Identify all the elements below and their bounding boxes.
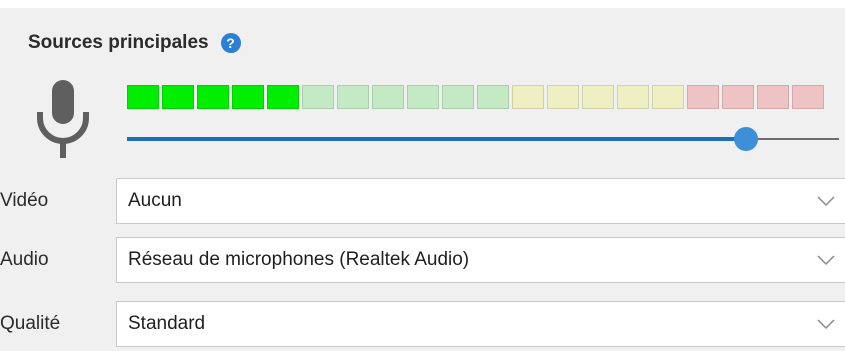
meter-segment [162, 85, 194, 109]
audio-dropdown[interactable]: Réseau de microphones (Realtek Audio) [116, 237, 845, 283]
quality-dropdown[interactable]: Standard [116, 301, 845, 347]
video-label: Vidéo [0, 190, 49, 211]
slider-thumb[interactable] [734, 127, 758, 151]
microphone-icon [37, 80, 89, 158]
audio-label: Audio [0, 249, 49, 270]
main-sources-panel: Sources principales ? Vidéo Aucun Audio … [0, 8, 845, 351]
chevron-down-icon[interactable] [817, 195, 835, 207]
quality-label: Qualité [0, 313, 61, 334]
video-dropdown[interactable]: Aucun [116, 178, 845, 224]
top-strip [0, 0, 845, 8]
meter-segment [792, 85, 824, 109]
meter-segment [687, 85, 719, 109]
section-title: Sources principales [28, 32, 209, 53]
chevron-down-icon[interactable] [817, 254, 835, 266]
video-row: Vidéo Aucun [0, 178, 845, 224]
quality-row: Qualité Standard [0, 301, 845, 347]
meter-segment [617, 85, 649, 109]
meter-segment [302, 85, 334, 109]
meter-segment [722, 85, 754, 109]
meter-segment [512, 85, 544, 109]
audio-dropdown-value: Réseau de microphones (Realtek Audio) [128, 249, 470, 270]
quality-dropdown-value: Standard [128, 313, 206, 334]
help-icon[interactable]: ? [220, 33, 241, 53]
meter-segment [267, 85, 299, 109]
meter-segment [337, 85, 369, 109]
meter-segment [197, 85, 229, 109]
audio-level-meter [127, 85, 824, 109]
meter-segment [477, 85, 509, 109]
section-title-row: Sources principales ? [28, 32, 241, 54]
meter-segment [547, 85, 579, 109]
meter-segment [127, 85, 159, 109]
audio-row: Audio Réseau de microphones (Realtek Aud… [0, 237, 845, 283]
meter-segment [442, 85, 474, 109]
meter-segment [652, 85, 684, 109]
chevron-down-icon[interactable] [817, 318, 835, 330]
meter-segment [757, 85, 789, 109]
video-dropdown-value: Aucun [128, 190, 182, 211]
slider-fill [127, 137, 746, 141]
meter-segment [407, 85, 439, 109]
meter-segment [232, 85, 264, 109]
meter-segment [372, 85, 404, 109]
meter-segment [582, 85, 614, 109]
volume-slider[interactable] [127, 127, 839, 151]
